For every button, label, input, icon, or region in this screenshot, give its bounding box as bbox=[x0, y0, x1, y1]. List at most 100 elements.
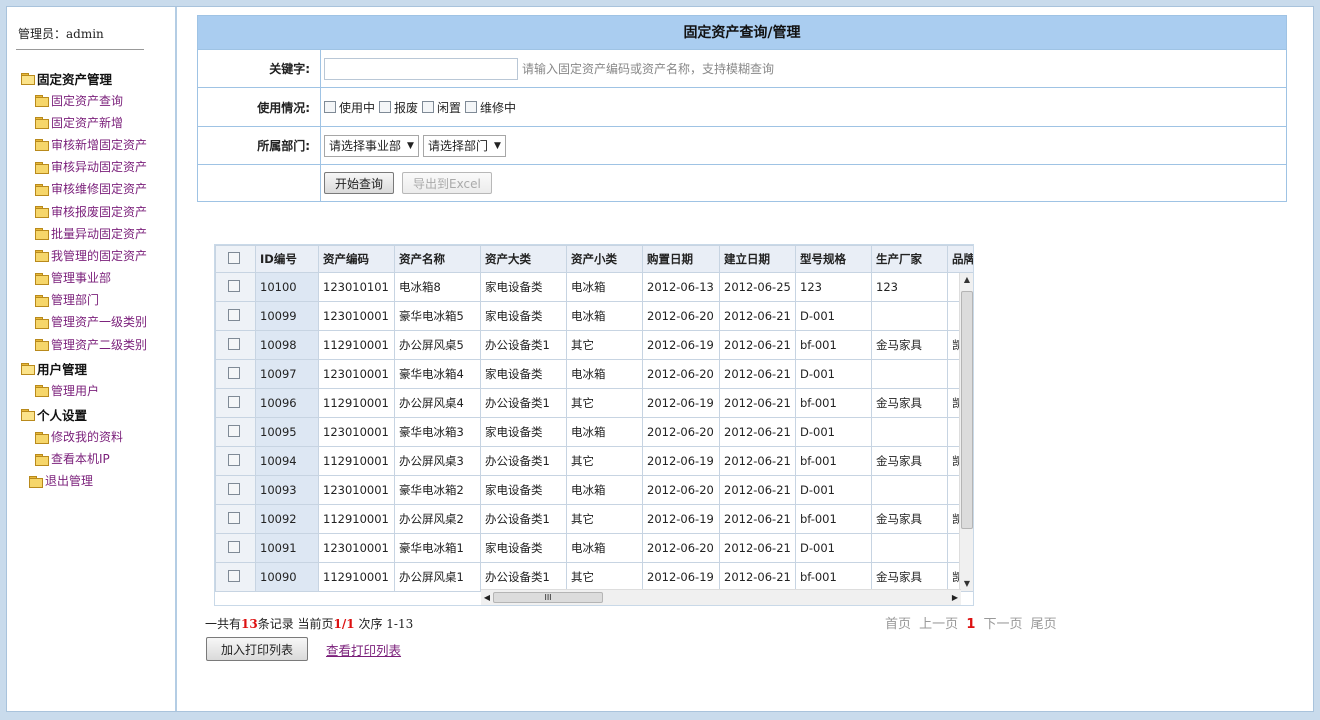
scroll-right-icon[interactable]: ▶ bbox=[949, 590, 961, 605]
last-page-link[interactable]: 尾页 bbox=[1031, 617, 1057, 632]
sidebar-item[interactable]: 管理资产一级类别 bbox=[21, 311, 171, 333]
sidebar-item[interactable]: 管理资产二级类别 bbox=[21, 333, 171, 355]
sidebar-item-quit[interactable]: 退出管理 bbox=[21, 470, 171, 492]
sidebar-item[interactable]: 管理部门 bbox=[21, 289, 171, 311]
folder-icon bbox=[35, 183, 49, 196]
select-all-checkbox[interactable] bbox=[215, 245, 256, 273]
table-row[interactable]: 10098 112910001 办公屏风桌5 办公设备类1 其它 2012-06-19 20… bbox=[215, 330, 973, 360]
table-cell: 10100 bbox=[255, 272, 319, 302]
view-print-link[interactable]: 查看打印列表 bbox=[326, 640, 401, 659]
table-cell: bf-001 bbox=[795, 446, 872, 476]
column-header[interactable]: 品牌 bbox=[947, 245, 973, 273]
checkbox-icon bbox=[228, 482, 240, 495]
divider bbox=[16, 49, 144, 50]
sidebar-group[interactable]: 用户管理 bbox=[21, 357, 171, 379]
table-cell: 2012-06-21 bbox=[719, 562, 796, 592]
scroll-thumb[interactable]: III bbox=[493, 592, 603, 603]
table-row[interactable]: 10093 123010001 豪华电冰箱2 家电设备类 电冰箱 2012-06-20 20… bbox=[215, 475, 973, 505]
usage-checkbox-idle[interactable]: 闲置 bbox=[422, 99, 461, 116]
prev-page-link[interactable]: 上一页 bbox=[919, 617, 958, 632]
sidebar-item[interactable]: 审核新增固定资产 bbox=[21, 133, 171, 155]
usage-label: 使用情况: bbox=[198, 88, 321, 126]
table-row[interactable]: 10094 112910001 办公屏风桌3 办公设备类1 其它 2012-06-19 20… bbox=[215, 446, 973, 476]
column-header[interactable]: 资产大类 bbox=[480, 245, 567, 273]
column-header[interactable]: 资产小类 bbox=[566, 245, 643, 273]
row-checkbox[interactable] bbox=[215, 417, 256, 447]
table-cell: 家电设备类 bbox=[480, 272, 567, 302]
dept-select[interactable]: 请选择部门 ▼ bbox=[422, 134, 506, 157]
table-row[interactable]: 10095 123010001 豪华电冰箱3 家电设备类 电冰箱 2012-06-20 20… bbox=[215, 417, 973, 447]
next-page-link[interactable]: 下一页 bbox=[984, 617, 1023, 632]
row-checkbox[interactable] bbox=[215, 272, 256, 302]
vertical-scrollbar[interactable]: ▲ ▼ bbox=[959, 273, 973, 591]
column-header[interactable]: 资产名称 bbox=[394, 245, 481, 273]
keyword-input[interactable] bbox=[324, 57, 518, 80]
column-header[interactable]: 资产编码 bbox=[318, 245, 395, 273]
column-header[interactable]: 型号规格 bbox=[795, 245, 872, 273]
chevron-down-icon: ▼ bbox=[493, 140, 501, 151]
sidebar-item[interactable]: 我管理的固定资产 bbox=[21, 244, 171, 266]
table-cell: 123010001 bbox=[318, 533, 395, 563]
column-header[interactable]: ID编号 bbox=[255, 245, 319, 273]
row-checkbox[interactable] bbox=[215, 446, 256, 476]
sidebar-item[interactable]: 固定资产查询 bbox=[21, 89, 171, 111]
column-header[interactable]: 建立日期 bbox=[719, 245, 796, 273]
dept-row: 所属部门: 请选择事业部 ▼ 请选择部门 ▼ bbox=[198, 127, 1286, 165]
row-checkbox[interactable] bbox=[215, 475, 256, 505]
table-row[interactable]: 10100 123010101 电冰箱8 家电设备类 电冰箱 2012-06-13 2012… bbox=[215, 272, 973, 302]
table-row[interactable]: 10099 123010001 豪华电冰箱5 家电设备类 电冰箱 2012-06-20 20… bbox=[215, 301, 973, 331]
scroll-thumb[interactable] bbox=[961, 291, 973, 529]
sidebar-item[interactable]: 批量异动固定资产 bbox=[21, 222, 171, 244]
table-row[interactable]: 10096 112910001 办公屏风桌4 办公设备类1 其它 2012-06-19 20… bbox=[215, 388, 973, 418]
usage-checkbox-repair[interactable]: 维修中 bbox=[465, 99, 516, 116]
sidebar-item[interactable]: 固定资产新增 bbox=[21, 111, 171, 133]
scroll-up-icon[interactable]: ▲ bbox=[960, 273, 973, 287]
horizontal-scrollbar[interactable]: ◀ III ▶ bbox=[481, 589, 961, 605]
search-button[interactable]: 开始查询 bbox=[324, 172, 395, 194]
row-checkbox[interactable] bbox=[215, 301, 256, 331]
column-header[interactable]: 购置日期 bbox=[642, 245, 720, 273]
add-print-button[interactable]: 加入打印列表 bbox=[206, 637, 309, 661]
table-cell: 办公屏风桌3 bbox=[394, 446, 481, 476]
checkbox-icon bbox=[465, 101, 478, 113]
table-row[interactable]: 10092 112910001 办公屏风桌2 办公设备类1 其它 2012-06-19 20… bbox=[215, 504, 973, 534]
usage-checkbox-scrapped[interactable]: 报废 bbox=[379, 99, 418, 116]
table-row[interactable]: 10097 123010001 豪华电冰箱4 家电设备类 电冰箱 2012-06-20 20… bbox=[215, 359, 973, 389]
sidebar-item[interactable]: 查看本机IP bbox=[21, 448, 171, 470]
column-header[interactable]: 生产厂家 bbox=[871, 245, 948, 273]
table-cell: 10095 bbox=[255, 417, 319, 447]
table-row[interactable]: 10091 123010001 豪华电冰箱1 家电设备类 电冰箱 2012-06-20 20… bbox=[215, 533, 973, 563]
usage-checkbox-in-use[interactable]: 使用中 bbox=[324, 99, 375, 116]
table-cell: D-001 bbox=[795, 533, 872, 563]
first-page-link[interactable]: 首页 bbox=[885, 617, 911, 632]
sidebar: 管理员：admin 固定资产管理 固定资产查询 固定资产新增 审核新增固定资产 审核异动… bbox=[7, 7, 177, 711]
sidebar-item[interactable]: 审核报废固定资产 bbox=[21, 200, 171, 222]
row-checkbox[interactable] bbox=[215, 504, 256, 534]
scroll-down-icon[interactable]: ▼ bbox=[960, 577, 973, 591]
sidebar-item[interactable]: 审核异动固定资产 bbox=[21, 156, 171, 178]
sidebar-item[interactable]: 修改我的资料 bbox=[21, 425, 171, 447]
table-cell: bf-001 bbox=[795, 330, 872, 360]
sidebar-item[interactable]: 审核维修固定资产 bbox=[21, 178, 171, 200]
table-cell: 10093 bbox=[255, 475, 319, 505]
table-cell: bf-001 bbox=[795, 504, 872, 534]
table-cell: 2012-06-20 bbox=[642, 301, 720, 331]
table-cell: 2012-06-21 bbox=[719, 301, 796, 331]
division-select[interactable]: 请选择事业部 ▼ bbox=[324, 134, 419, 157]
table-cell: 豪华电冰箱1 bbox=[394, 533, 481, 563]
table-row[interactable]: 10090 112910001 办公屏风桌1 办公设备类1 其它 2012-06-19 20… bbox=[215, 562, 973, 592]
row-checkbox[interactable] bbox=[215, 388, 256, 418]
row-checkbox[interactable] bbox=[215, 330, 256, 360]
sidebar-item[interactable]: 管理事业部 bbox=[21, 267, 171, 289]
sidebar-item[interactable]: 管理用户 bbox=[21, 379, 171, 401]
folder-icon bbox=[35, 161, 49, 174]
export-excel-button[interactable]: 导出到Excel bbox=[402, 172, 492, 194]
row-checkbox[interactable] bbox=[215, 562, 256, 592]
sidebar-group[interactable]: 固定资产管理 bbox=[21, 67, 171, 89]
row-checkbox[interactable] bbox=[215, 533, 256, 563]
sidebar-group[interactable]: 个人设置 bbox=[21, 403, 171, 425]
table-cell: 2012-06-20 bbox=[642, 417, 720, 447]
row-checkbox[interactable] bbox=[215, 359, 256, 389]
table-cell: 电冰箱 bbox=[566, 475, 643, 505]
scroll-left-icon[interactable]: ◀ bbox=[481, 590, 493, 605]
